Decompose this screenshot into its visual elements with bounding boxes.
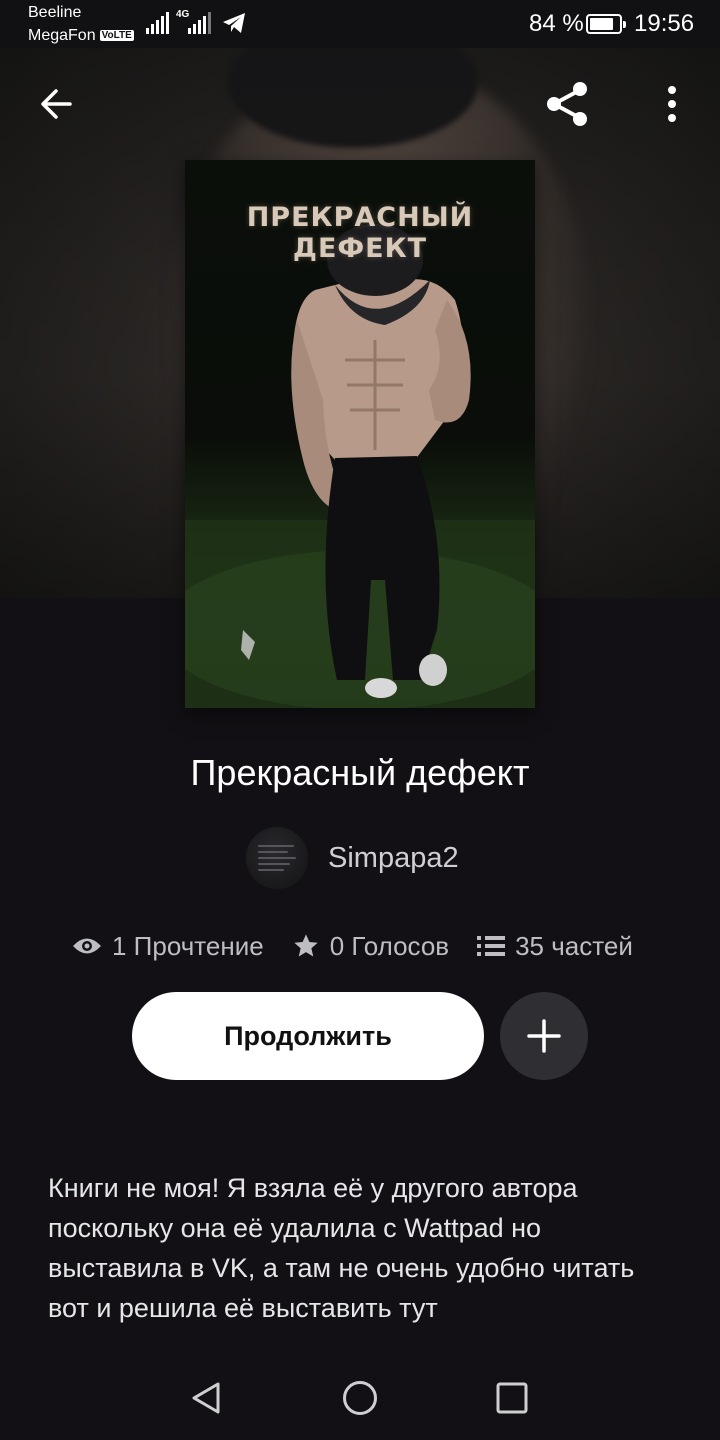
signal-icon-2 — [188, 12, 211, 34]
reads-count: 1 Прочтение — [112, 930, 264, 961]
story-cover[interactable]: ПРЕКРАСНЫЙ ДЕФЕКТ — [185, 160, 535, 708]
story-details-screen: Beeline MegaFon VoLTE 4G 84 % 19:56 ПРЕК… — [0, 0, 720, 1440]
list-icon — [477, 935, 506, 957]
signal-icon — [146, 12, 169, 34]
story-description: Книги не моя! Я взяла её у другого автор… — [48, 1173, 635, 1323]
eye-icon — [72, 935, 102, 957]
continue-reading-button[interactable]: Продолжить — [132, 992, 484, 1080]
avatar — [246, 827, 308, 889]
cover-title: ПРЕКРАСНЫЙ ДЕФЕКТ — [246, 202, 474, 264]
parts-count: 35 частей — [515, 930, 633, 961]
telegram-icon — [223, 13, 245, 33]
battery-level — [590, 18, 613, 30]
nav-recent-apps-button[interactable] — [484, 1370, 540, 1426]
more-vertical-icon — [668, 86, 676, 122]
add-to-library-button[interactable] — [500, 992, 588, 1080]
system-nav-bar — [0, 1356, 720, 1440]
carrier-2-label: MegaFon — [28, 27, 96, 44]
back-button[interactable] — [28, 76, 84, 132]
author-row[interactable]: Simpapa2 — [246, 826, 459, 890]
share-button[interactable] — [539, 76, 595, 132]
arrow-left-icon — [41, 89, 72, 119]
square-recents-icon — [496, 1382, 528, 1414]
share-icon — [547, 82, 587, 126]
status-bar: Beeline MegaFon VoLTE 4G 84 % 19:56 — [0, 0, 720, 48]
circle-home-icon — [343, 1381, 377, 1415]
story-title: Прекрасный дефект — [190, 752, 530, 793]
plus-icon — [527, 1019, 561, 1053]
more-options-button[interactable] — [644, 76, 700, 132]
story-stats: 1 Прочтение 0 Голосов 35 частей — [72, 926, 633, 966]
carrier-2: MegaFon VoLTE — [28, 27, 134, 45]
votes-stat: 0 Голосов — [292, 931, 449, 962]
author-name: Simpapa2 — [328, 841, 459, 874]
triangle-back-icon — [192, 1382, 220, 1414]
volte-badge: VoLTE — [99, 30, 134, 41]
clock: 19:56 — [634, 10, 695, 37]
battery-icon — [586, 14, 626, 34]
nav-home-button[interactable] — [332, 1370, 388, 1426]
reads-stat: 1 Прочтение — [72, 931, 264, 962]
parts-stat: 35 частей — [477, 931, 633, 962]
nav-back-button[interactable] — [178, 1370, 234, 1426]
votes-count: 0 Голосов — [329, 930, 450, 961]
battery-percent: 84 % — [529, 10, 584, 37]
star-icon — [292, 932, 320, 960]
carrier-1: Beeline — [28, 4, 82, 21]
